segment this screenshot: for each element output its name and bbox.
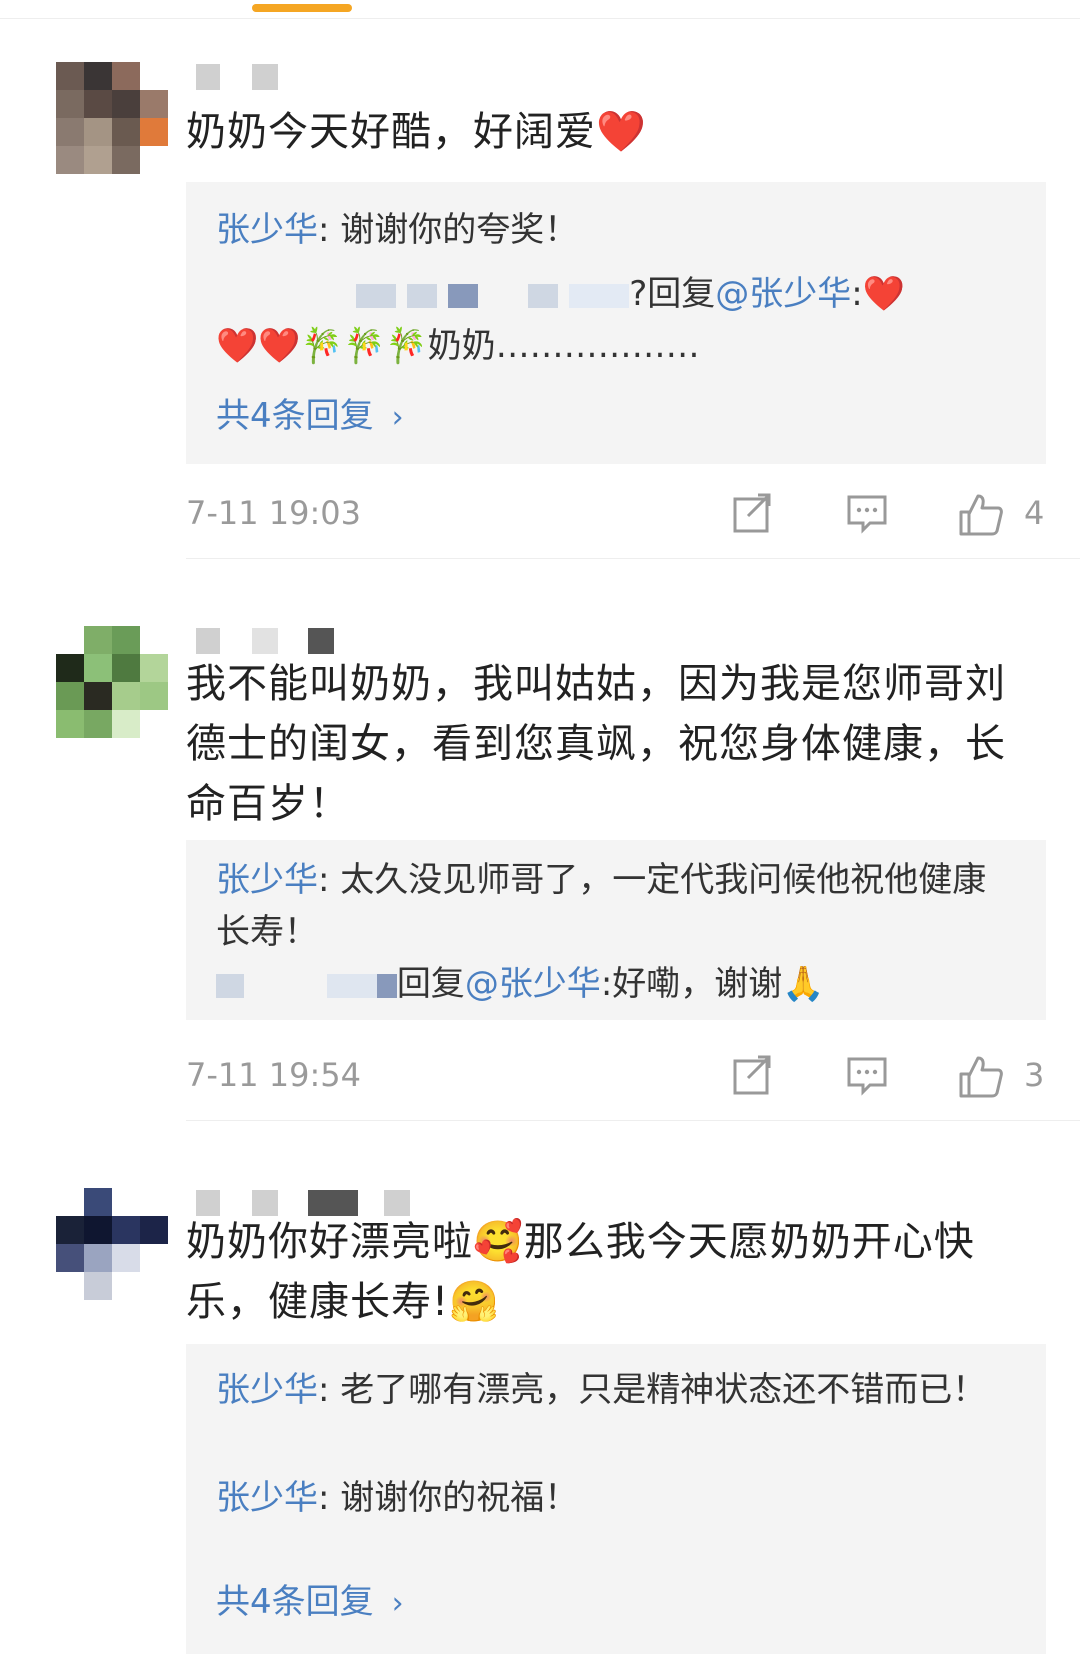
- comment-text: 奶奶你好漂亮啦🥰那么我今天愿奶奶开心快乐，健康长寿!🤗: [186, 1219, 975, 1325]
- comment-time: 7-11 19:03: [186, 494, 362, 532]
- like-count: 4: [1024, 494, 1045, 532]
- masked-username: [447, 283, 478, 308]
- comment-icon[interactable]: [846, 492, 888, 538]
- reply-body: ❤️❤️🎋🎋🎋奶奶………………: [216, 326, 700, 366]
- like-count: 3: [1024, 1056, 1045, 1094]
- thumbs-up-icon[interactable]: [958, 492, 1004, 542]
- comment-item: 奶奶你好漂亮啦🥰那么我今天愿奶奶开心快乐，健康长寿!🤗 张少华: 老了哪有漂亮，…: [0, 1188, 1080, 1654]
- reply-separator: :: [318, 860, 330, 900]
- share-icon[interactable]: [732, 492, 774, 538]
- more-replies-label: 共4条回复: [216, 396, 374, 436]
- comment-meta: 7-11 19:54 3: [186, 1050, 1046, 1100]
- reply-item[interactable]: 张少华: 谢谢你的夸奖！: [216, 204, 996, 256]
- reply-box[interactable]: 张少华: 谢谢你的夸奖！ ?回复@张少华:❤️ ❤️❤️🎋🎋🎋奶奶……………… …: [186, 182, 1046, 464]
- reply-item[interactable]: 回复@张少华:好嘞，谢谢🙏: [216, 958, 1026, 1010]
- reply-separator: :: [851, 274, 863, 314]
- reply-prefix: 回复: [396, 964, 465, 1004]
- chevron-right-icon: ›: [391, 400, 404, 435]
- reply-mention[interactable]: @张少华: [715, 274, 851, 314]
- reply-separator: :: [600, 964, 613, 1004]
- reply-item[interactable]: 张少华: 太久没见师哥了，一定代我问候他祝他健康长寿！: [216, 854, 996, 958]
- masked-username: [569, 283, 630, 308]
- reply-box[interactable]: 张少华: 老了哪有漂亮，只是精神状态还不错而已！ 张少华: 谢谢你的祝福！ 共4…: [186, 1344, 1046, 1654]
- comment-text: 奶奶今天好酷，好阔爱❤️: [186, 109, 647, 155]
- reply-item[interactable]: 张少华: 谢谢你的祝福！: [216, 1472, 996, 1524]
- comment-text: 我不能叫奶奶，我叫姑姑，因为我是您师哥刘德士的闺女，看到您真飒，祝您身体健康，长…: [186, 661, 1006, 827]
- thumbs-up-icon[interactable]: [958, 1054, 1004, 1104]
- comment-item: 我不能叫奶奶，我叫姑姑，因为我是您师哥刘德士的闺女，看到您真飒，祝您身体健康，长…: [0, 626, 1080, 1126]
- reply-separator: :: [318, 1478, 330, 1518]
- comment-divider: [186, 1120, 1080, 1121]
- reply-body: 谢谢你的祝福！: [329, 1478, 579, 1518]
- reply-item[interactable]: ?回复@张少华:❤️ ❤️❤️🎋🎋🎋奶奶………………: [216, 268, 1026, 372]
- avatar[interactable]: [56, 626, 168, 738]
- reply-body: 好嘞，谢谢🙏: [612, 964, 825, 1004]
- reply-item[interactable]: 张少华: 老了哪有漂亮，只是精神状态还不错而已！: [216, 1364, 996, 1416]
- reply-author[interactable]: 张少华: [216, 1370, 318, 1410]
- view-all-replies-link[interactable]: 共4条回复 ›: [216, 1574, 404, 1623]
- reply-author[interactable]: 张少华: [216, 210, 318, 250]
- top-divider: [0, 18, 1080, 19]
- reply-prefix: ?回复: [629, 274, 716, 314]
- view-all-replies-link[interactable]: 共4条回复 ›: [216, 388, 404, 437]
- reply-emojis: ❤️: [862, 274, 906, 314]
- reply-body: 谢谢你的夸奖！: [329, 210, 579, 250]
- reply-body: 老了哪有漂亮，只是精神状态还不错而已！: [329, 1370, 987, 1410]
- comment-divider: [186, 558, 1080, 559]
- reply-author[interactable]: 张少华: [216, 860, 318, 900]
- comment-item: 奶奶今天好酷，好阔爱❤️ 张少华: 谢谢你的夸奖！ ?回复@张少华:❤️ ❤️❤…: [0, 62, 1080, 562]
- username-masked[interactable]: [196, 64, 456, 90]
- reply-box[interactable]: 张少华: 太久没见师哥了，一定代我问候他祝他健康长寿！ 回复@张少华:好嘞，谢谢…: [186, 840, 1046, 1020]
- masked-username: [356, 283, 396, 308]
- reply-mention[interactable]: @张少华: [465, 964, 601, 1004]
- chevron-right-icon: ›: [391, 1586, 404, 1621]
- masked-username: [376, 973, 397, 998]
- comment-time: 7-11 19:54: [186, 1056, 362, 1094]
- reply-body: 太久没见师哥了，一定代我问候他祝他健康长寿！: [216, 860, 987, 952]
- reply-separator: :: [318, 210, 330, 250]
- masked-username: [216, 973, 244, 998]
- masked-username: [326, 973, 377, 998]
- reply-separator: :: [318, 1370, 330, 1410]
- comment-icon[interactable]: [846, 1054, 888, 1100]
- more-replies-label: 共4条回复: [216, 1582, 374, 1622]
- username-masked[interactable]: [196, 628, 456, 654]
- comment-meta: 7-11 19:03 4: [186, 488, 1046, 538]
- masked-username: [528, 283, 559, 308]
- reply-author[interactable]: 张少华: [216, 1478, 318, 1518]
- masked-username: [406, 283, 437, 308]
- share-icon[interactable]: [732, 1054, 774, 1100]
- active-tab-indicator: [252, 4, 352, 12]
- avatar[interactable]: [56, 62, 168, 174]
- avatar[interactable]: [56, 1188, 168, 1300]
